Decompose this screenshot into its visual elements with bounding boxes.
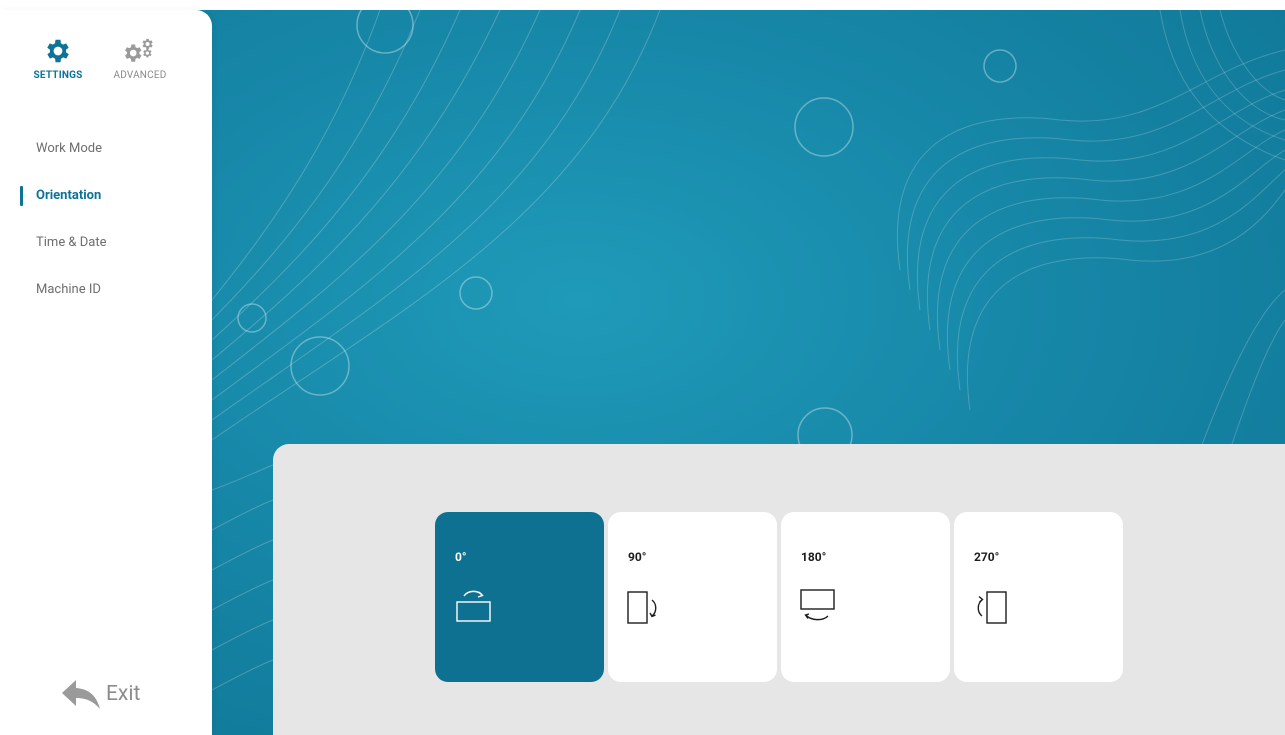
orientation-option-90[interactable]: 90° [608,512,777,682]
tab-settings[interactable]: SETTINGS [28,36,88,81]
sidebar-nav: Work Mode Orientation Time & Date Machin… [0,140,212,328]
exit-label: Exit [106,682,141,706]
orientation-option-180[interactable]: 180° [781,512,950,682]
orientation-option-label: 180° [801,550,827,564]
gears-icon [125,38,153,62]
rotate-landscape-icon [456,590,491,622]
back-arrow-icon [62,680,100,709]
sidebar-item-machine-id[interactable]: Machine ID [0,281,212,328]
active-indicator [20,186,23,206]
orientation-option-label: 270° [974,550,1000,564]
orientation-option-270[interactable]: 270° [954,512,1123,682]
tab-advanced[interactable]: ADVANCED [110,36,170,81]
sidebar-item-label: Orientation [36,188,102,203]
sidebar-item-label: Work Mode [36,141,102,156]
orientation-panel: 0° 90° 180° 270° [273,444,1285,735]
rotate-portrait-ccw-icon [977,591,1007,624]
rotate-landscape-flip-icon [800,589,835,621]
sidebar-item-orientation[interactable]: Orientation [0,186,212,234]
orientation-option-label: 90° [628,550,647,564]
rotate-portrait-cw-icon [627,591,657,624]
orientation-option-0[interactable]: 0° [435,512,604,682]
exit-button[interactable]: Exit [60,678,140,710]
gear-icon [47,39,69,63]
sidebar-item-label: Machine ID [36,282,101,297]
orientation-option-label: 0° [455,550,467,564]
sidebar-item-work-mode[interactable]: Work Mode [0,140,212,187]
tab-settings-label: SETTINGS [33,70,83,81]
tab-advanced-label: ADVANCED [113,70,167,81]
sidebar-item-label: Time & Date [36,235,107,250]
sidebar-item-time-date[interactable]: Time & Date [0,234,212,281]
sidebar: SETTINGS ADVANCED Work Mode Orientation … [0,10,212,735]
